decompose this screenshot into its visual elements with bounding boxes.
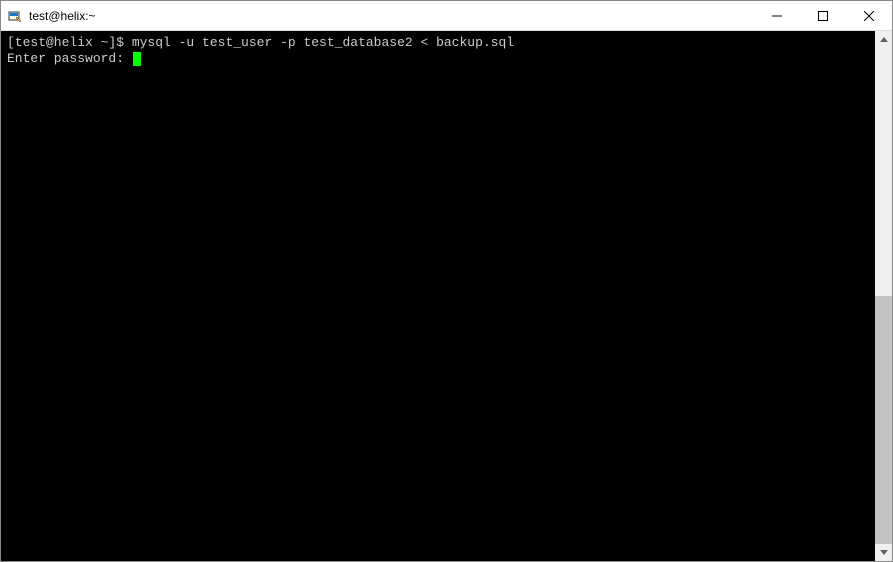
window-controls: [754, 1, 892, 30]
terminal-line: Enter password:: [7, 51, 869, 67]
scroll-thumb[interactable]: [875, 296, 892, 544]
scroll-down-arrow-icon[interactable]: [875, 544, 892, 561]
terminal-container: [test@helix ~]$ mysql -u test_user -p te…: [1, 31, 892, 561]
scroll-track[interactable]: [875, 48, 892, 544]
maximize-button[interactable]: [800, 1, 846, 30]
vertical-scrollbar[interactable]: [875, 31, 892, 561]
password-prompt: Enter password:: [7, 51, 132, 66]
terminal-line: [test@helix ~]$ mysql -u test_user -p te…: [7, 35, 869, 51]
shell-command: mysql -u test_user -p test_database2 < b…: [132, 35, 514, 50]
scroll-up-arrow-icon[interactable]: [875, 31, 892, 48]
minimize-button[interactable]: [754, 1, 800, 30]
window-titlebar: test@helix:~: [1, 1, 892, 31]
window-title: test@helix:~: [29, 9, 754, 23]
terminal[interactable]: [test@helix ~]$ mysql -u test_user -p te…: [1, 31, 875, 561]
shell-prompt: [test@helix ~]$: [7, 35, 132, 50]
terminal-cursor: [133, 52, 141, 66]
close-button[interactable]: [846, 1, 892, 30]
putty-icon: [7, 8, 23, 24]
